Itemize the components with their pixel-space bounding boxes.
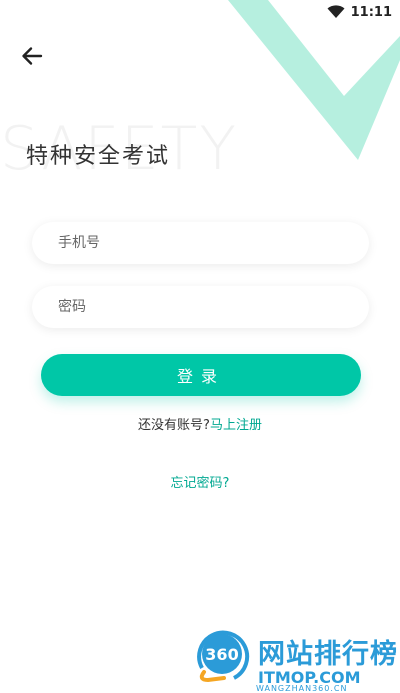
password-input[interactable] [32, 286, 369, 328]
phone-field-container [32, 222, 369, 264]
forgot-password-link[interactable]: 忘记密码? [0, 472, 400, 491]
status-time: 11:11 [350, 4, 392, 20]
wifi-icon [327, 5, 345, 18]
no-account-text: 还没有账号? [138, 418, 210, 433]
password-field-container [32, 286, 369, 328]
login-button[interactable]: 登录 [41, 354, 361, 396]
phone-input[interactable] [32, 222, 369, 264]
back-arrow-icon [22, 47, 43, 65]
watermark-logo-text: 360 [205, 645, 238, 664]
watermark-subdomain: WANGZHAN360.CN [256, 684, 348, 693]
watermark-logo: 360 [197, 630, 250, 683]
register-prompt: 还没有账号?马上注册 [0, 414, 400, 433]
watermark-title: 网站排行榜 [258, 639, 398, 670]
page-title: 特种安全考试 [26, 144, 171, 169]
back-button[interactable] [16, 40, 48, 72]
register-link[interactable]: 马上注册 [210, 418, 262, 433]
status-bar: 11:11 [280, 0, 400, 24]
watermark: 360 网站排行榜 ITMOP.COM WANGZHAN360.CN [188, 628, 400, 693]
